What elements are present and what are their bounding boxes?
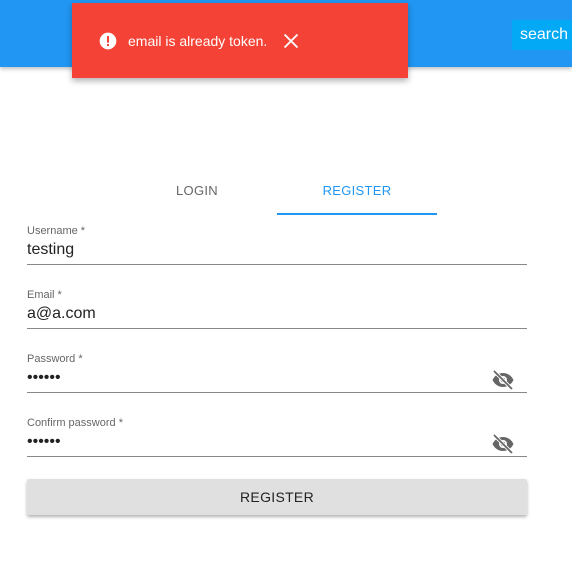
username-field: Username * (27, 224, 527, 272)
username-input[interactable] (27, 239, 487, 261)
close-icon[interactable] (281, 31, 301, 51)
password-underline (27, 392, 527, 393)
email-field: Email * (27, 288, 527, 336)
confirm-password-input[interactable] (27, 431, 487, 453)
confirm-password-underline (27, 456, 527, 457)
tab-register[interactable]: REGISTER (277, 170, 437, 215)
password-field: Password * (27, 352, 527, 400)
visibility-off-icon[interactable] (491, 432, 515, 456)
confirm-password-label: Confirm password * (27, 417, 123, 429)
register-button[interactable]: REGISTER (27, 479, 527, 515)
tab-indicator (277, 213, 437, 215)
username-underline (27, 264, 527, 265)
email-input[interactable] (27, 303, 487, 325)
snackbar-message: email is already token. (128, 33, 268, 49)
email-label: Email * (27, 289, 62, 301)
visibility-off-icon[interactable] (491, 368, 515, 392)
error-icon (99, 32, 117, 50)
auth-tabs: LOGIN REGISTER (117, 170, 437, 215)
search-input[interactable]: search (512, 20, 572, 50)
password-input[interactable] (27, 367, 487, 389)
password-label: Password * (27, 353, 83, 365)
email-underline (27, 328, 527, 329)
tab-login[interactable]: LOGIN (117, 170, 277, 215)
username-label: Username * (27, 225, 86, 237)
error-snackbar: email is already token. (72, 3, 408, 78)
confirm-password-field: Confirm password * (27, 416, 527, 464)
